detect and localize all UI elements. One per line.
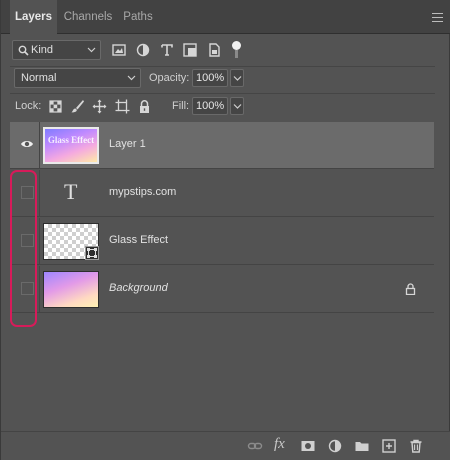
opacity-label: Opacity:: [149, 72, 190, 84]
thumbnail-text: Glass Effect: [47, 135, 95, 145]
tab-layers[interactable]: Layers: [10, 0, 57, 34]
divider: [10, 93, 435, 94]
add-mask-icon[interactable]: [300, 438, 316, 454]
shape-filter-icon[interactable]: [182, 42, 198, 58]
panel-footer: fx: [1, 431, 450, 460]
filter-row: Kind: [10, 38, 435, 64]
filter-kind-label: Kind: [31, 44, 54, 56]
layer-row-background[interactable]: Background: [10, 266, 434, 313]
new-group-icon[interactable]: [354, 438, 370, 454]
fill-input[interactable]: 100%: [192, 97, 228, 115]
chevron-down-icon: [233, 76, 242, 81]
lock-icon: [405, 283, 416, 295]
tab-paths[interactable]: Paths: [118, 0, 158, 34]
chevron-down-icon: [127, 75, 136, 81]
layer-row-layer-1[interactable]: Glass Effect Layer 1: [10, 122, 434, 169]
blend-mode-value: Normal: [21, 72, 57, 84]
type-filter-icon[interactable]: [159, 42, 175, 58]
delete-layer-icon[interactable]: [408, 438, 424, 454]
layer-name[interactable]: Glass Effect: [109, 234, 168, 246]
smart-object-filter-icon[interactable]: [206, 42, 222, 58]
type-layer-icon: T: [64, 179, 78, 204]
layer-style-icon[interactable]: fx: [274, 436, 285, 453]
blend-row: Normal Opacity: 100%: [10, 68, 435, 90]
lock-artboard-icon[interactable]: [115, 99, 130, 114]
image-filter-icon[interactable]: [111, 42, 127, 58]
visibility-highlight-annotation: [10, 170, 37, 327]
lock-all-icon[interactable]: [137, 99, 152, 114]
opacity-input[interactable]: 100%: [192, 69, 228, 87]
lock-row: Lock: Fill: 100%: [10, 96, 435, 118]
chevron-down-icon: [233, 104, 242, 109]
eye-icon: [21, 141, 33, 147]
chevron-down-icon: [87, 47, 96, 53]
filter-toggle-stem: [235, 50, 238, 58]
lock-image-icon[interactable]: [70, 99, 85, 114]
layer-row-glass-effect[interactable]: Glass Effect: [10, 218, 434, 265]
layers-panel: Layers Channels Paths Kind Normal Opacit…: [0, 0, 450, 460]
search-icon: [18, 45, 29, 56]
panel-menu-icon[interactable]: [432, 13, 443, 22]
layer-thumbnail: Glass Effect: [43, 127, 99, 164]
blend-mode-select[interactable]: Normal: [14, 68, 141, 88]
smart-object-badge-icon: [85, 246, 99, 260]
new-layer-icon[interactable]: [381, 438, 397, 454]
link-layers-icon[interactable]: [247, 438, 263, 454]
layer-thumbnail: [43, 223, 99, 260]
layer-name[interactable]: Background: [109, 282, 168, 294]
filter-kind-select[interactable]: Kind: [12, 40, 101, 60]
lock-label: Lock:: [15, 100, 42, 112]
opacity-slider-button[interactable]: [230, 69, 244, 87]
adjustment-layer-icon[interactable]: [327, 438, 343, 454]
tab-channels[interactable]: Channels: [59, 0, 117, 34]
lock-position-icon[interactable]: [92, 99, 107, 114]
adjustment-filter-icon[interactable]: [135, 42, 151, 58]
fill-slider-button[interactable]: [230, 97, 244, 115]
layer-name[interactable]: mypstips.com: [109, 186, 176, 198]
visibility-toggle[interactable]: [14, 122, 40, 169]
lock-transparent-icon[interactable]: [48, 99, 63, 114]
fill-label: Fill:: [172, 100, 190, 112]
filter-toggle-icon[interactable]: [232, 41, 241, 50]
layer-row-mypstips[interactable]: T mypstips.com: [10, 170, 434, 217]
layers-list: Glass Effect Layer 1 T mypstips.com Glas…: [10, 122, 434, 434]
layer-name[interactable]: Layer 1: [109, 138, 146, 150]
panel-tab-bar: Layers Channels Paths: [1, 0, 450, 34]
layer-thumbnail: [43, 271, 99, 308]
divider: [10, 66, 435, 67]
